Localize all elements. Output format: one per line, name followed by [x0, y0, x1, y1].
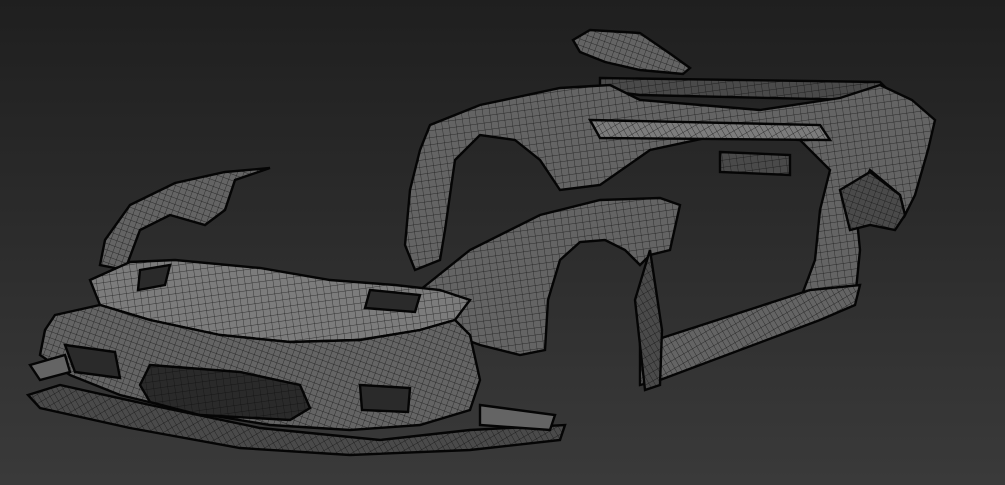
3d-viewport[interactable]	[0, 0, 1005, 485]
roof-spoiler[interactable]	[571, 28, 692, 76]
wireframe-model	[25, 28, 937, 457]
front-right-fender[interactable]	[98, 166, 271, 272]
side-skirt[interactable]	[638, 283, 862, 387]
